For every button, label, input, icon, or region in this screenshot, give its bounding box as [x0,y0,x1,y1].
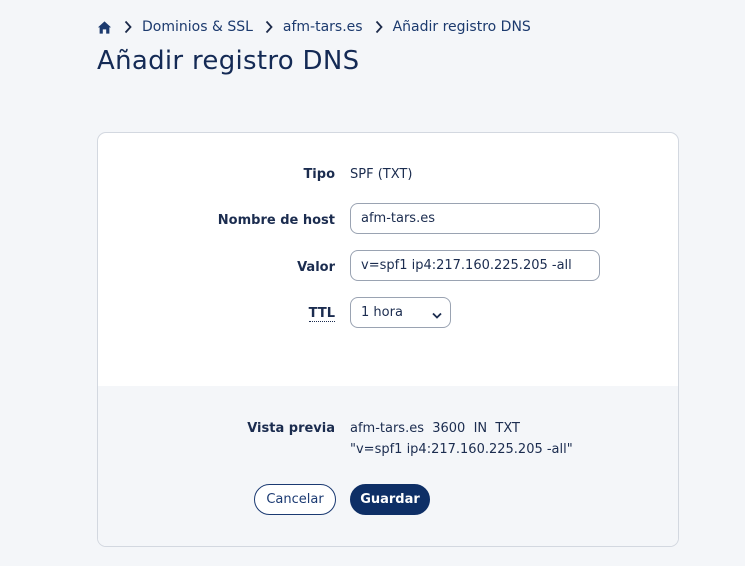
preview-record: afm-tars.es 3600 IN TXT "v=spf1 ip4:217.… [350,418,573,460]
type-label: Tipo [303,167,335,182]
ttl-select[interactable]: 1 hora [350,297,451,328]
ttl-label: TTL [308,306,335,322]
value-label: Valor [297,260,335,275]
breadcrumb: Dominios & SSL afm-tars.es Añadir regist… [97,16,531,38]
dns-record-form-card: Tipo SPF (TXT) Nombre de host Valor TTL … [97,132,679,547]
ttl-abbr: TTL [308,306,335,322]
hostname-label: Nombre de host [217,213,335,228]
page: Dominios & SSL afm-tars.es Añadir regist… [0,0,745,566]
type-value: SPF (TXT) [350,167,413,182]
home-icon[interactable] [97,20,112,35]
save-button[interactable]: Guardar [350,484,430,515]
cancel-button[interactable]: Cancelar [254,484,336,515]
chevron-right-icon [264,20,274,34]
value-input[interactable] [350,250,600,281]
hostname-input[interactable] [350,203,600,234]
page-title: Añadir registro DNS [97,46,360,76]
breadcrumb-item-current: Añadir registro DNS [392,19,531,35]
breadcrumb-item-domains[interactable]: Dominios & SSL [142,19,253,35]
preview-label: Vista previa [247,421,335,436]
chevron-right-icon [374,20,384,34]
preview-record-line: afm-tars.es 3600 IN TXT [350,421,520,436]
chevron-down-icon [432,309,442,319]
ttl-selected-value: 1 hora [361,305,403,320]
chevron-right-icon [123,20,133,34]
breadcrumb-item-domain[interactable]: afm-tars.es [283,19,363,35]
preview-section [98,386,678,546]
preview-record-value: "v=spf1 ip4:217.160.225.205 -all" [350,442,573,457]
